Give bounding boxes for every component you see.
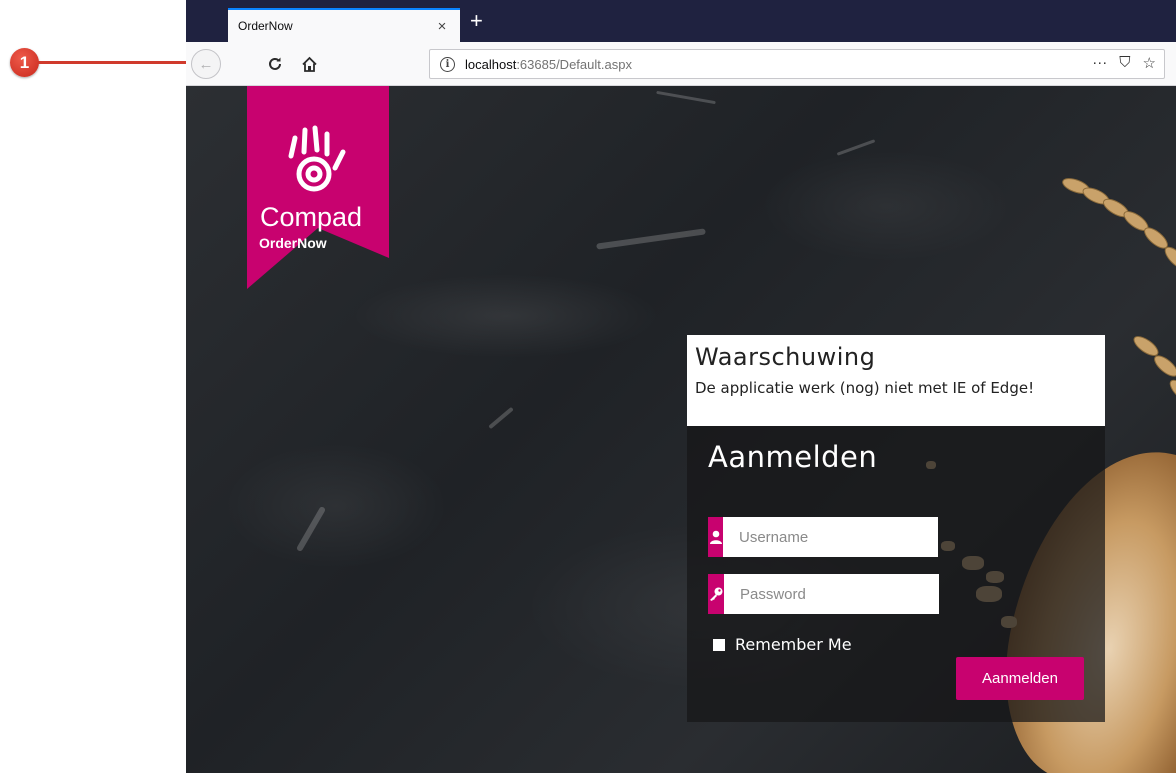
browser-window: OrderNow × + ← i localhost:63685/Defaul… bbox=[186, 0, 1176, 773]
username-input[interactable] bbox=[723, 517, 938, 557]
password-input[interactable] bbox=[724, 574, 939, 614]
chalk-smudge bbox=[295, 505, 327, 553]
navigation-bar: ← i localhost:63685/Default.aspx ··· ⛉ … bbox=[186, 42, 1176, 86]
reload-icon bbox=[269, 57, 281, 70]
warning-message: De applicatie werk (nog) niet met IE of … bbox=[695, 379, 1035, 397]
page-actions-icon[interactable]: ··· bbox=[1092, 54, 1107, 72]
logo-brand: Compad bbox=[260, 202, 362, 232]
url-host: localhost bbox=[465, 56, 517, 72]
url-path: :63685/Default.aspx bbox=[516, 56, 632, 72]
tab-ordernow[interactable]: OrderNow × bbox=[228, 8, 460, 42]
reload-button[interactable] bbox=[262, 51, 288, 77]
compad-logo: Compad OrderNow bbox=[247, 86, 389, 289]
login-title: Aanmelden bbox=[708, 440, 878, 474]
back-arrow-icon: ← bbox=[198, 55, 214, 73]
tab-title: OrderNow bbox=[238, 19, 293, 33]
chalk-smudge bbox=[596, 228, 706, 250]
warning-panel: Waarschuwing De applicatie werk (nog) ni… bbox=[687, 335, 1105, 426]
bookmark-star-icon[interactable]: ☆ bbox=[1143, 54, 1156, 72]
page-background: Compad OrderNow Waarschuwing De applicat… bbox=[186, 86, 1176, 773]
screenshot: 1 OrderNow × + ← i localhost:63685/Defa… bbox=[0, 0, 1176, 773]
warning-title: Waarschuwing bbox=[695, 343, 876, 371]
url-actions: ··· ⛉ ☆ bbox=[1092, 54, 1156, 72]
chalk-smudge bbox=[836, 139, 876, 156]
home-button[interactable] bbox=[296, 51, 322, 77]
login-submit-button[interactable]: Aanmelden bbox=[956, 657, 1084, 700]
username-field bbox=[708, 517, 938, 557]
tab-bar: OrderNow × + bbox=[186, 0, 1176, 42]
chalk-smudge bbox=[488, 406, 514, 430]
remember-me-checkbox[interactable]: Remember Me bbox=[713, 635, 852, 654]
user-icon bbox=[708, 517, 723, 557]
annotation-badge: 1 bbox=[10, 48, 39, 77]
password-field bbox=[708, 574, 939, 614]
logo-product: OrderNow bbox=[259, 235, 327, 251]
pocket-icon[interactable]: ⛉ bbox=[1119, 54, 1130, 72]
back-button[interactable]: ← bbox=[191, 49, 221, 79]
chalk-smudge bbox=[656, 90, 716, 105]
annotation-number: 1 bbox=[19, 52, 30, 72]
remember-me-label: Remember Me bbox=[735, 635, 852, 654]
home-icon bbox=[301, 56, 317, 72]
close-icon[interactable]: × bbox=[432, 18, 452, 35]
info-icon[interactable]: i bbox=[440, 56, 455, 72]
key-icon bbox=[708, 574, 724, 614]
checkbox-box[interactable] bbox=[713, 638, 725, 651]
url-bar[interactable]: i localhost:63685/Default.aspx ··· ⛉ ☆ bbox=[429, 49, 1165, 79]
login-panel: Aanmelden Remember Me bbox=[687, 426, 1105, 722]
new-tab-button[interactable]: + bbox=[470, 10, 483, 32]
